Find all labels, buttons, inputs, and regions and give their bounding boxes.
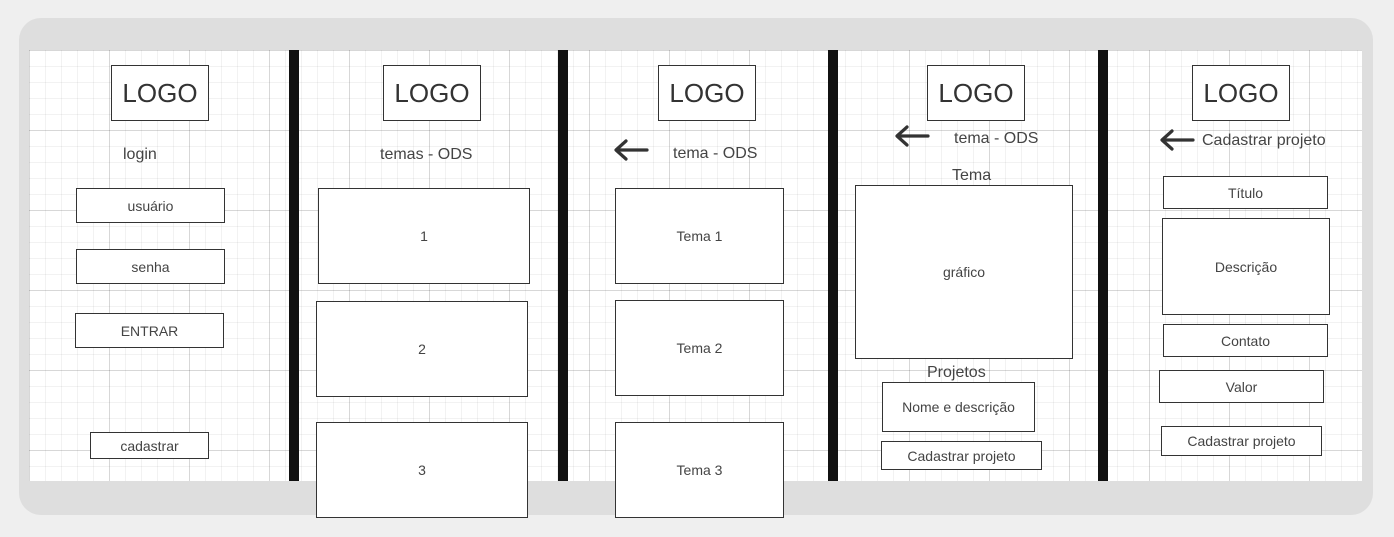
screen-divider [1098,50,1108,481]
screen-divider [289,50,299,481]
value-field[interactable]: Valor [1159,370,1324,403]
screen-title: login [123,146,157,163]
enter-button[interactable]: ENTRAR [75,313,224,348]
theme-item-1[interactable]: Tema 1 [615,188,784,284]
theme-card-3[interactable]: 3 [316,422,528,518]
register-button[interactable]: cadastrar [90,432,209,459]
back-arrow-icon[interactable] [1159,129,1195,151]
submit-project-button[interactable]: Cadastrar projeto [1161,426,1322,456]
back-arrow-icon[interactable] [613,139,649,161]
theme-card-2[interactable]: 2 [316,301,528,397]
screen-title: Cadastrar projeto [1202,132,1326,149]
screen-title: tema - ODS [673,145,758,162]
username-field[interactable]: usuário [76,188,225,223]
contact-field[interactable]: Contato [1163,324,1328,357]
logo: LOGO [1192,65,1290,121]
logo: LOGO [111,65,209,121]
screen-title: tema - ODS [954,130,1039,147]
description-field[interactable]: Descrição [1162,218,1330,315]
section-label-projects: Projetos [927,364,986,381]
screen-title: temas - ODS [380,146,473,163]
screen-divider [558,50,568,481]
logo: LOGO [383,65,481,121]
theme-item-3[interactable]: Tema 3 [615,422,784,518]
theme-item-2[interactable]: Tema 2 [615,300,784,396]
password-field[interactable]: senha [76,249,225,284]
back-arrow-icon[interactable] [894,125,930,147]
screen-divider [828,50,838,481]
project-item[interactable]: Nome e descrição [882,382,1035,432]
logo: LOGO [927,65,1025,121]
title-field[interactable]: Título [1163,176,1328,209]
theme-card-1[interactable]: 1 [318,188,530,284]
chart-placeholder: gráfico [855,185,1073,359]
section-label-theme: Tema [952,167,992,184]
register-project-button[interactable]: Cadastrar projeto [881,441,1042,470]
logo: LOGO [658,65,756,121]
